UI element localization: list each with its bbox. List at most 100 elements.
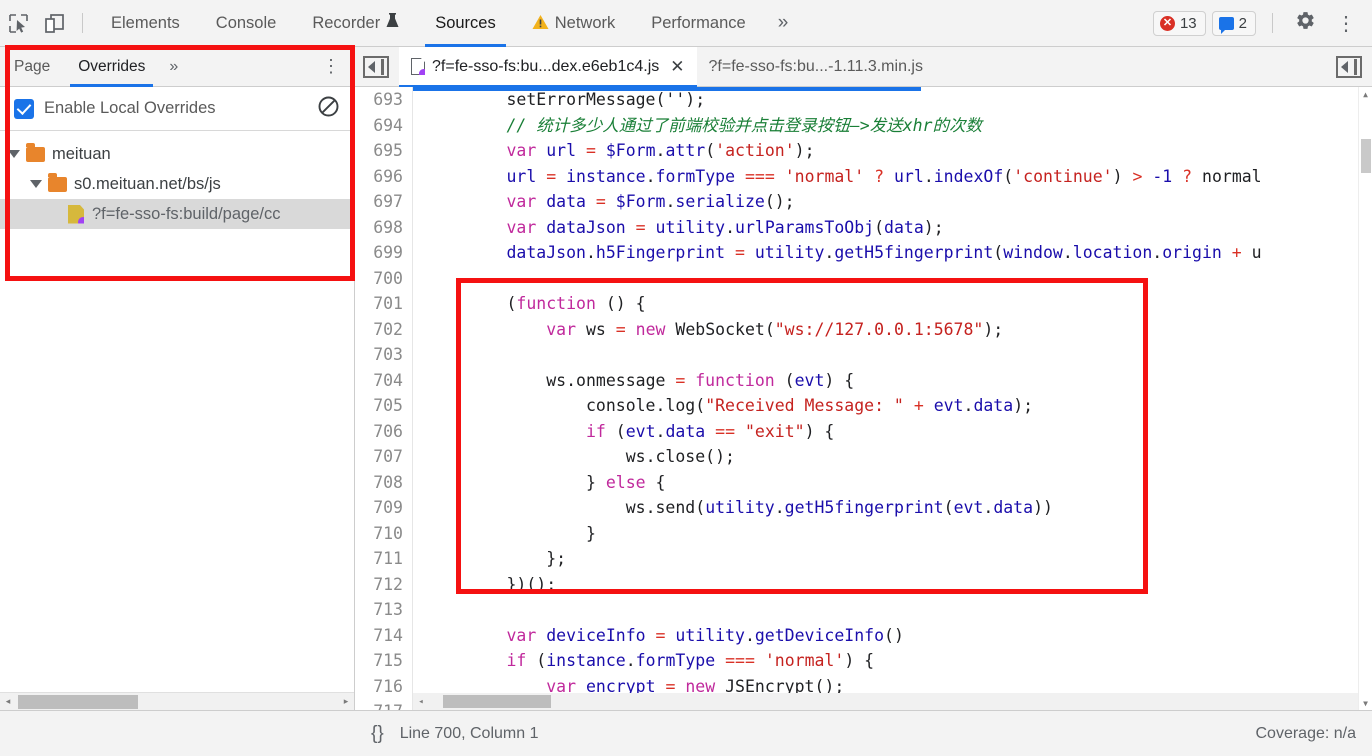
code-line[interactable]: 711 }; — [355, 546, 1358, 572]
scrollbar-thumb[interactable] — [443, 695, 551, 708]
line-number[interactable]: 700 — [355, 265, 413, 291]
file-tab-jquery[interactable]: ?f=fe-sso-fs:bu...-1.11.3.min.js — [697, 47, 935, 87]
line-number[interactable]: 710 — [355, 520, 413, 546]
nav-tab-overrides[interactable]: Overrides — [64, 47, 159, 87]
code-text[interactable] — [413, 597, 427, 623]
code-text[interactable]: var data = $Form.serialize(); — [413, 189, 794, 215]
tab-sources[interactable]: Sources — [417, 0, 514, 47]
more-panels-icon[interactable]: » — [764, 12, 803, 34]
code-line[interactable]: 710 } — [355, 520, 1358, 547]
errors-badge[interactable]: ✕ 13 — [1152, 10, 1206, 36]
code-line[interactable]: 698 var dataJson = utility.urlParamsToOb… — [355, 214, 1358, 241]
code-line[interactable]: 694 // 统计多少人通过了前端校验并点击登录按钮—>发送xhr的次数 — [355, 112, 1358, 139]
code-line[interactable]: 696 url = instance.formType === 'normal'… — [355, 163, 1358, 190]
enable-overrides-checkbox[interactable] — [14, 98, 34, 119]
code-line[interactable]: 695 var url = $Form.attr('action'); — [355, 138, 1358, 164]
line-number[interactable]: 693 — [355, 87, 413, 113]
line-number[interactable]: 696 — [355, 163, 413, 189]
line-number[interactable]: 703 — [355, 342, 413, 368]
pretty-print-icon[interactable]: {} — [371, 723, 384, 745]
collapse-navigator-icon[interactable] — [363, 55, 389, 78]
line-number[interactable]: 708 — [355, 469, 413, 495]
line-number[interactable]: 716 — [355, 673, 413, 699]
code-lines-container[interactable]: 693 setErrorMessage(''); 694 // 统计多少人通过了前… — [355, 87, 1358, 710]
line-number[interactable]: 711 — [355, 546, 413, 572]
code-editor[interactable]: 693 setErrorMessage(''); 694 // 统计多少人通过了前… — [355, 87, 1372, 710]
code-text[interactable]: url = instance.formType === 'normal' ? u… — [413, 164, 1261, 190]
code-text[interactable]: console.log("Received Message: " + evt.d… — [413, 393, 1033, 419]
code-text[interactable]: }; — [413, 546, 566, 572]
line-number[interactable]: 715 — [355, 648, 413, 674]
code-line[interactable]: 709 ws.send(utility.getH5fingerprint(evt… — [355, 495, 1358, 521]
line-number[interactable]: 699 — [355, 240, 413, 266]
line-number[interactable]: 712 — [355, 571, 413, 597]
navigator-horizontal-scrollbar[interactable]: ◂ ▸ — [0, 692, 354, 710]
code-text[interactable]: ws.close(); — [413, 444, 735, 470]
code-line[interactable]: 699 dataJson.h5Fingerprint = utility.get… — [355, 240, 1358, 266]
code-text[interactable]: if (evt.data == "exit") { — [413, 419, 834, 445]
code-line[interactable]: 713 — [355, 597, 1358, 623]
line-number[interactable]: 713 — [355, 597, 413, 623]
tree-row-meituan[interactable]: meituan — [0, 139, 354, 169]
close-icon[interactable]: ✕ — [670, 57, 684, 77]
code-text[interactable] — [413, 342, 427, 368]
device-toolbar-icon[interactable] — [36, 8, 72, 38]
tab-console[interactable]: Console — [198, 0, 295, 47]
file-tab-index[interactable]: ?f=fe-sso-fs:bu...dex.e6eb1c4.js ✕ — [399, 46, 697, 88]
line-number[interactable]: 714 — [355, 622, 413, 648]
code-line[interactable]: 701 (function () { — [355, 291, 1358, 317]
code-line[interactable]: 700 — [355, 265, 1358, 292]
code-text[interactable]: // 统计多少人通过了前端校验并点击登录按钮—>发送xhr的次数 — [413, 113, 981, 139]
code-line[interactable]: 715 if (instance.formType === 'normal') … — [355, 648, 1358, 674]
code-text[interactable] — [413, 266, 427, 292]
scrollbar-thumb[interactable] — [1361, 139, 1371, 173]
clear-overrides-icon[interactable] — [317, 95, 340, 122]
scrollbar-track[interactable] — [16, 693, 338, 711]
code-text[interactable]: ws.onmessage = function (evt) { — [413, 368, 854, 394]
line-number[interactable]: 704 — [355, 367, 413, 393]
collapse-debugger-icon[interactable] — [1336, 55, 1362, 78]
code-line[interactable]: 703 — [355, 342, 1358, 368]
code-text[interactable]: } — [413, 521, 596, 547]
code-line[interactable]: 706 if (evt.data == "exit") { — [355, 418, 1358, 445]
code-line[interactable]: 707 ws.close(); — [355, 444, 1358, 470]
scroll-right-icon[interactable]: ▸ — [338, 696, 354, 707]
line-number[interactable]: 707 — [355, 444, 413, 470]
scroll-down-icon[interactable]: ▼ — [1359, 696, 1372, 710]
line-number[interactable]: 702 — [355, 316, 413, 342]
code-text[interactable]: var ws = new WebSocket("ws://127.0.0.1:5… — [413, 317, 1003, 343]
code-line[interactable]: 714 var deviceInfo = utility.getDeviceIn… — [355, 622, 1358, 648]
code-text[interactable]: (function () { — [413, 291, 645, 317]
code-line[interactable]: 704 ws.onmessage = function (evt) { — [355, 367, 1358, 394]
code-text[interactable]: dataJson.h5Fingerprint = utility.getH5fi… — [413, 240, 1261, 266]
tab-elements[interactable]: Elements — [93, 0, 198, 47]
nav-tab-page[interactable]: Page — [0, 47, 64, 87]
code-text[interactable]: ws.send(utility.getH5fingerprint(evt.dat… — [413, 495, 1053, 521]
code-line[interactable]: 697 var data = $Form.serialize(); — [355, 189, 1358, 215]
code-line[interactable]: 705 console.log("Received Message: " + e… — [355, 393, 1358, 419]
messages-badge[interactable]: 2 — [1211, 10, 1256, 36]
code-line[interactable]: 708 } else { — [355, 469, 1358, 496]
line-number[interactable]: 697 — [355, 189, 413, 215]
tree-row-override-file[interactable]: ?f=fe-sso-fs:build/page/cc — [0, 199, 354, 229]
line-number[interactable]: 695 — [355, 138, 413, 164]
chevron-down-icon[interactable] — [8, 150, 20, 158]
line-number[interactable]: 709 — [355, 495, 413, 521]
tab-network[interactable]: Network — [514, 0, 634, 47]
line-number[interactable]: 706 — [355, 418, 413, 444]
line-number[interactable]: 705 — [355, 393, 413, 419]
line-number[interactable]: 717 — [355, 699, 413, 710]
editor-horizontal-scrollbar[interactable]: ◂ — [413, 693, 1358, 710]
line-number[interactable]: 694 — [355, 112, 413, 138]
code-text[interactable]: } else { — [413, 470, 666, 496]
nav-kebab-icon[interactable]: ⋮ — [322, 56, 354, 77]
gear-icon[interactable] — [1289, 10, 1322, 37]
scrollbar-thumb[interactable] — [18, 694, 138, 709]
code-line[interactable]: 712 })(); — [355, 571, 1358, 597]
code-text[interactable]: var dataJson = utility.urlParamsToObj(da… — [413, 215, 943, 241]
editor-vertical-scrollbar[interactable]: ▲ ▼ — [1358, 87, 1372, 710]
chevron-down-icon[interactable] — [30, 180, 42, 188]
line-number[interactable]: 698 — [355, 214, 413, 240]
tab-recorder[interactable]: Recorder — [294, 0, 417, 47]
scroll-left-icon[interactable]: ◂ — [0, 696, 16, 707]
